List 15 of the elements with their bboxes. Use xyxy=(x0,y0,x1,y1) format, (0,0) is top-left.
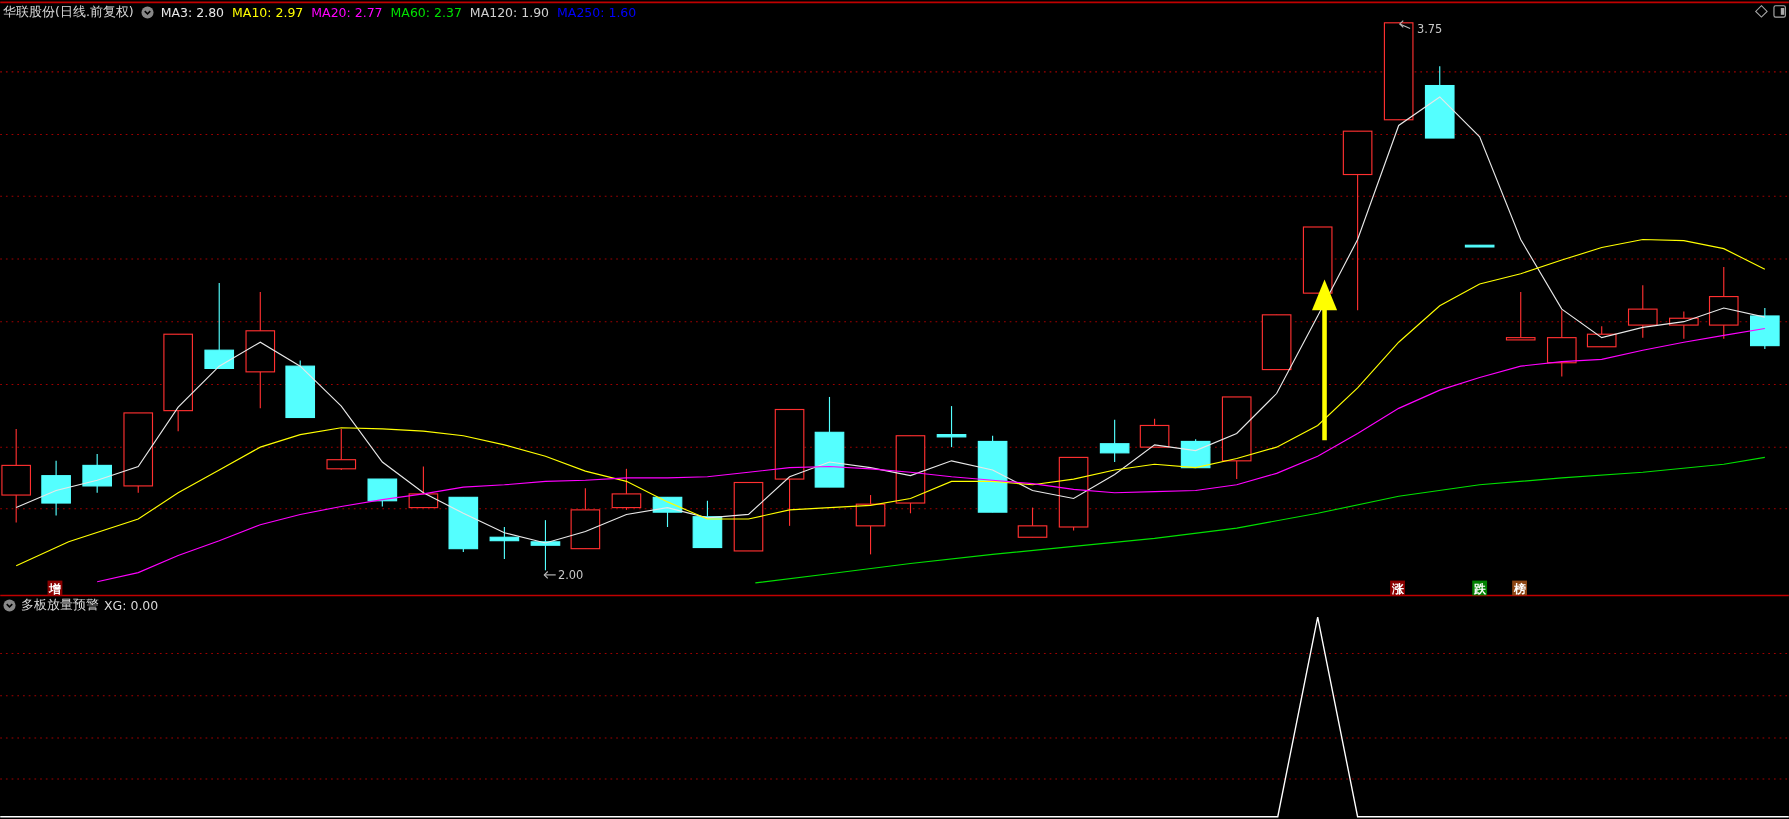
indicator-title: 多板放量预警 xyxy=(21,597,99,614)
signal-badge: 榜 xyxy=(1512,580,1527,597)
indicator-value: MA3: 2.80 xyxy=(160,5,225,20)
indicator-value: XG: 0.00 xyxy=(104,598,159,613)
high-price-label: 3.75 xyxy=(1416,22,1443,37)
signal-badge: 跌 xyxy=(1472,580,1488,597)
indicator-value: MA60: 2.37 xyxy=(390,5,462,20)
indicator-value: MA250: 1.60 xyxy=(557,5,637,20)
signal-badge: 增 xyxy=(47,580,63,597)
signal-badge: 涨 xyxy=(1390,580,1405,597)
indicator-value: MA120: 1.90 xyxy=(469,5,550,20)
low-price-label: 2.00 xyxy=(558,568,584,583)
indicator-value: MA10: 2.97 xyxy=(232,5,304,20)
indicator-value: MA20: 2.77 xyxy=(311,5,383,20)
chart-title: 华联股份(日线.前复权) xyxy=(3,4,134,21)
